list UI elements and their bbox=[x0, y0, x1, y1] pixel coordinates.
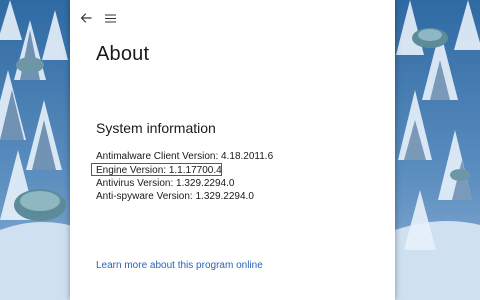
section-title: System information bbox=[96, 120, 216, 136]
back-button[interactable] bbox=[76, 8, 96, 28]
menu-button[interactable] bbox=[100, 8, 120, 28]
hamburger-menu-icon bbox=[104, 13, 116, 23]
page-title: About bbox=[96, 43, 150, 65]
anti-spyware-version: Anti-spyware Version: 1.329.2294.0 bbox=[96, 191, 254, 202]
antimalware-client-version: Antimalware Client Version: 4.18.2011.6 bbox=[96, 151, 274, 162]
settings-window: About System information Antimalware Cli… bbox=[70, 0, 395, 300]
engine-version-highlight-box bbox=[91, 163, 222, 176]
antivirus-version: Antivirus Version: 1.329.2294.0 bbox=[96, 178, 235, 189]
back-arrow-icon bbox=[80, 13, 92, 23]
title-bar bbox=[70, 0, 395, 36]
learn-more-link[interactable]: Learn more about this program online bbox=[96, 260, 263, 271]
